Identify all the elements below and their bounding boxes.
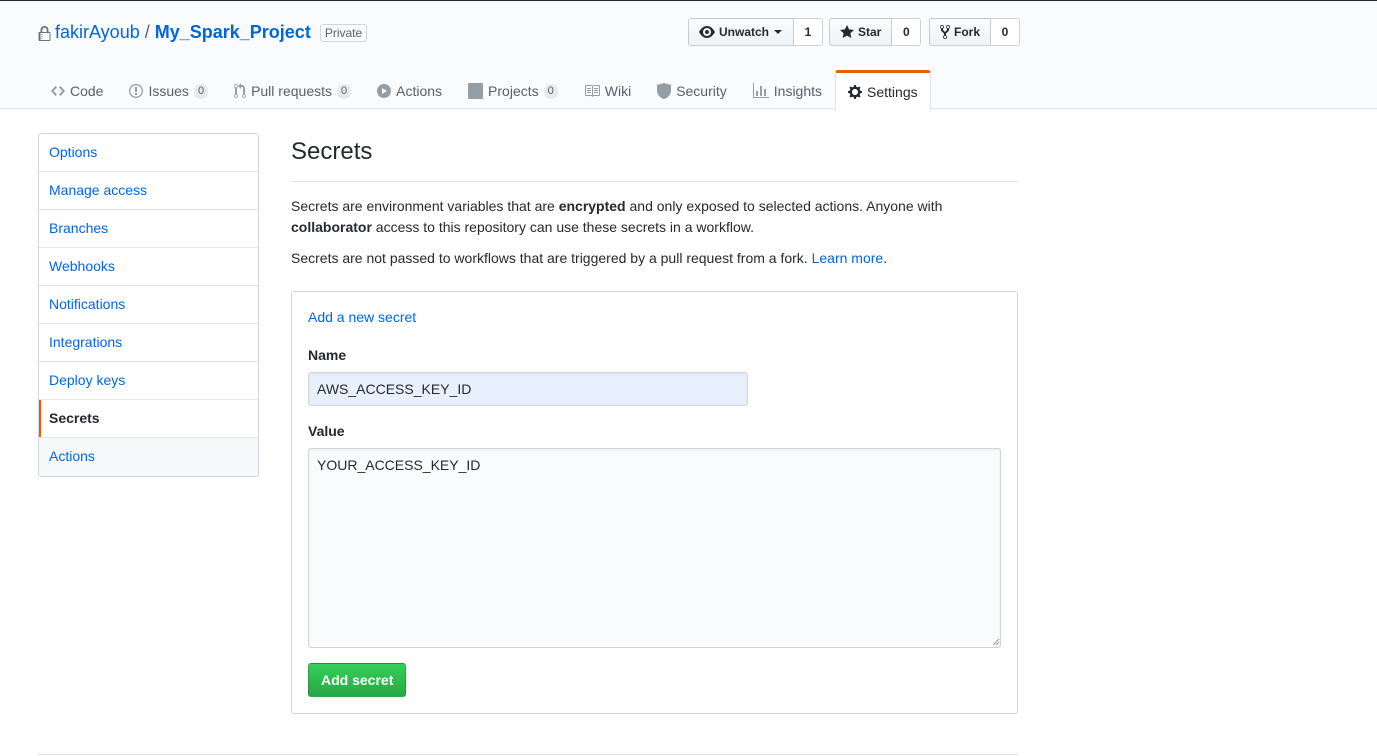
sidebar-item-integrations[interactable]: Integrations [39, 324, 258, 362]
git-pull-request-icon [234, 83, 247, 99]
sidebar-item-webhooks[interactable]: Webhooks [39, 248, 258, 286]
tab-issues[interactable]: Issues 0 [116, 70, 221, 110]
sidebar-item-options[interactable]: Options [39, 134, 258, 172]
fork-note-text: Secrets are not passed to workflows that… [291, 250, 812, 266]
issue-opened-icon [129, 84, 144, 98]
private-badge: Private [319, 24, 368, 42]
watch-action: Unwatch 1 [688, 18, 824, 46]
tab-settings[interactable]: Settings [835, 70, 931, 111]
caret-down-icon [774, 30, 783, 34]
tab-wiki[interactable]: Wiki [571, 70, 644, 110]
book-icon [584, 85, 600, 97]
secret-name-input[interactable]: AWS_ACCESS_KEY_ID [308, 372, 748, 406]
repo-title: fakirAyoub / My_Spark_Project Private [38, 21, 368, 43]
desc-text-1: Secrets are environment variables that a… [291, 198, 559, 214]
tab-pull-requests-label: Pull requests [251, 83, 332, 99]
fork-note-period: . [883, 250, 888, 266]
page-title: Secrets [291, 138, 373, 165]
secrets-description: Secrets are environment variables that a… [291, 196, 1018, 238]
tab-code-label: Code [70, 83, 104, 99]
play-icon [377, 84, 392, 98]
gear-icon [848, 84, 863, 99]
tab-insights-label: Insights [773, 83, 823, 99]
pull-requests-counter: 0 [337, 83, 352, 99]
tab-wiki-label: Wiki [604, 83, 632, 99]
tab-security[interactable]: Security [644, 70, 740, 110]
value-label: Value [308, 423, 345, 439]
tab-security-label: Security [676, 83, 727, 99]
unwatch-button[interactable]: Unwatch [688, 18, 795, 46]
project-icon [468, 83, 484, 99]
tab-settings-label: Settings [867, 83, 918, 100]
issues-counter: 0 [193, 83, 209, 99]
tab-actions[interactable]: Actions [364, 70, 455, 110]
lock-icon [38, 26, 51, 41]
fork-action: Fork 0 [929, 18, 1021, 46]
sidebar-item-actions[interactable]: Actions [39, 438, 258, 476]
tab-code[interactable]: Code [38, 70, 116, 110]
shield-icon [657, 83, 672, 99]
repo-name-link[interactable]: My_Spark_Project [155, 22, 311, 43]
name-label: Name [308, 347, 347, 363]
learn-more-link[interactable]: Learn more [812, 250, 884, 266]
sidebar-item-manage-access[interactable]: Manage access [39, 172, 258, 210]
sidebar-item-deploy-keys[interactable]: Deploy keys [39, 362, 258, 400]
add-secret-form: Add a new secret Name AWS_ACCESS_KEY_ID … [291, 291, 1018, 714]
tab-projects[interactable]: Projects 0 [455, 70, 571, 110]
unwatch-label: Unwatch [719, 25, 770, 39]
repo-owner-link[interactable]: fakirAyoub [55, 22, 140, 43]
desc-bold-encrypted: encrypted [558, 198, 626, 214]
sidebar-item-secrets[interactable]: Secrets [39, 400, 258, 438]
tab-issues-label: Issues [148, 83, 189, 99]
code-icon [51, 86, 65, 96]
desc-text-2: and only exposed to selected actions. An… [625, 198, 943, 214]
star-icon [840, 25, 854, 38]
path-separator: / [144, 21, 150, 42]
add-secret-button[interactable]: Add secret [308, 663, 407, 697]
star-label: Star [858, 25, 882, 39]
repo-nav: Code Issues 0 Pull requests 0 Actions Pr… [38, 70, 931, 111]
forks-count[interactable]: 0 [991, 18, 1021, 46]
tab-insights[interactable]: Insights [740, 70, 835, 110]
stars-count[interactable]: 0 [892, 18, 922, 46]
subhead: Secrets [291, 137, 1018, 182]
repo-forked-icon [940, 24, 950, 40]
footer-divider [38, 754, 1018, 755]
tab-projects-label: Projects [488, 83, 539, 99]
fork-label: Fork [954, 25, 981, 39]
eye-icon [699, 26, 715, 38]
sidebar-item-notifications[interactable]: Notifications [39, 286, 258, 324]
projects-counter: 0 [543, 83, 558, 99]
graph-icon [752, 83, 769, 98]
watchers-count[interactable]: 1 [794, 18, 824, 46]
main-content: Secrets Secrets are environment variable… [291, 133, 1018, 269]
desc-text-3: access to this repository can use these … [371, 219, 754, 235]
settings-sidebar: Options Manage access Branches Webhooks … [38, 133, 259, 477]
add-new-secret-link[interactable]: Add a new secret [308, 309, 416, 325]
star-button[interactable]: Star [829, 18, 893, 46]
star-action: Star 0 [829, 18, 922, 46]
secret-value-textarea[interactable]: YOUR_ACCESS_KEY_ID [308, 448, 1001, 648]
desc-bold-collaborator: collaborator [291, 219, 372, 235]
fork-button[interactable]: Fork [929, 18, 992, 46]
sidebar-item-branches[interactable]: Branches [39, 210, 258, 248]
fork-note: Secrets are not passed to workflows that… [291, 248, 1018, 269]
tab-pull-requests[interactable]: Pull requests 0 [221, 70, 364, 110]
tab-actions-label: Actions [396, 83, 443, 99]
repo-header: fakirAyoub / My_Spark_Project Private Un… [0, 0, 1377, 111]
resize-handle-icon[interactable] [992, 638, 1000, 646]
